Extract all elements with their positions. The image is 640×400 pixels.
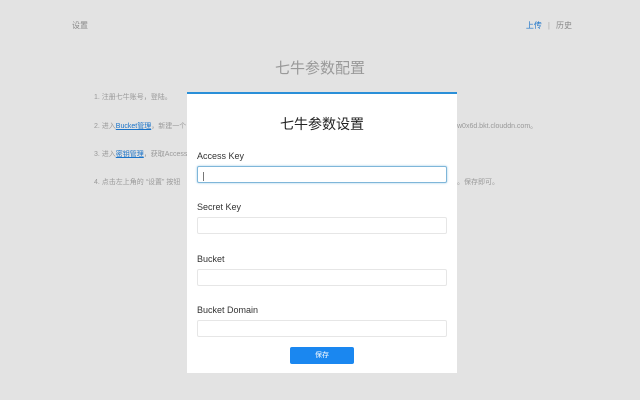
bucket-domain-label: Bucket Domain	[197, 305, 259, 315]
step-4-tail: 。保存即可。	[457, 179, 499, 186]
bucket-label: Bucket	[197, 254, 225, 264]
step-1: 1. 注册七牛账号，登陆。	[94, 94, 172, 101]
step-2-suffix: ，新建一个	[151, 123, 187, 130]
secret-key-input[interactable]	[197, 217, 447, 234]
nav-history-link[interactable]: 历史	[556, 20, 572, 31]
text-caret	[203, 172, 204, 181]
key-manage-link[interactable]: 密钥管理	[116, 151, 144, 158]
page-title: 七牛参数配置	[274, 60, 365, 77]
step-3: 3. 进入密钥管理，获取Access	[94, 149, 187, 159]
step-3-suffix: ，获取Access	[143, 151, 188, 158]
step-4: 4. 点击左上角的 “设置” 按钮	[94, 179, 181, 186]
nav-separator: |	[547, 21, 550, 30]
modal-title: 七牛参数设置	[280, 116, 364, 132]
secret-key-label: Secret Key	[197, 202, 242, 212]
top-nav: 上传 | 历史	[526, 20, 572, 31]
page: 设置 上传 | 历史 七牛参数配置 1. 注册七牛账号，登陆。 2. 进入Buc…	[0, 0, 640, 400]
save-button[interactable]: 保存	[290, 347, 354, 364]
access-key-input[interactable]	[197, 166, 447, 183]
bucket-domain-input[interactable]	[197, 320, 447, 337]
step-3-prefix: 3. 进入	[94, 151, 116, 158]
step-2-tail: w0x6d.bkt.clouddn.com。	[457, 123, 538, 130]
access-key-label: Access Key	[197, 151, 245, 161]
settings-modal: 七牛参数设置 Access Key Secret Key Bucket Buck…	[187, 92, 457, 373]
step-2: 2. 进入Bucket管理，新建一个	[94, 121, 186, 131]
nav-upload-link[interactable]: 上传	[526, 20, 542, 31]
bucket-input[interactable]	[197, 269, 447, 286]
bucket-manage-link[interactable]: Bucket管理	[116, 123, 151, 130]
step-2-prefix: 2. 进入	[94, 123, 116, 130]
settings-link[interactable]: 设置	[72, 20, 88, 31]
